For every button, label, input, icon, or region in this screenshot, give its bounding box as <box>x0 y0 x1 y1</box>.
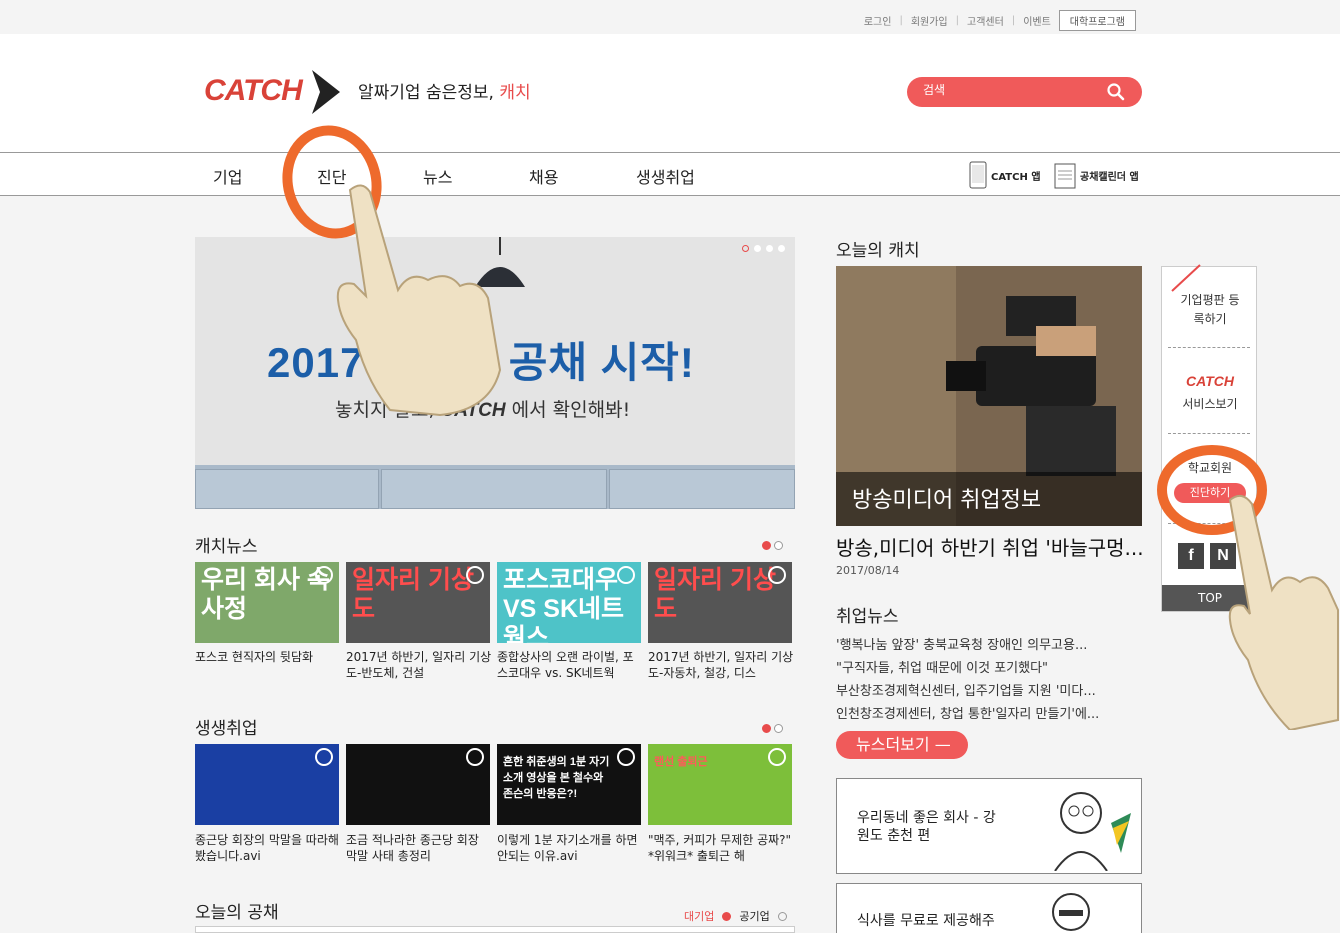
side-catch-logo: CATCH <box>1186 373 1234 389</box>
today-headline[interactable]: 방송,미디어 하반기 취업 '바늘구멍... <box>836 532 1144 561</box>
catchnews-thumbnail[interactable]: 일자리 기상도 <box>648 562 792 643</box>
banner-headline: 2017 하반기 공채 시작! <box>267 339 695 386</box>
saengsaeng-thumbnail[interactable]: 랜선 출퇴근 <box>648 744 792 825</box>
saengsaeng-caption[interactable]: "맥주, 커피가 무제한 공짜?" *위워크* 출퇴근 해 <box>648 832 794 864</box>
catchnews-caption[interactable]: 2017년 하반기, 일자리 기상도-반도체, 건설 <box>346 649 492 681</box>
join-link[interactable]: 회원가입 <box>911 13 948 28</box>
card-news-icon <box>768 566 786 584</box>
play-icon <box>466 748 484 766</box>
tab-public-company[interactable]: 공기업 <box>739 908 769 924</box>
jobnews-title: 취업뉴스 <box>836 607 899 627</box>
saengsaeng-caption[interactable]: 이렇게 1분 자기소개를 하면 안되는 이유.avi <box>497 832 643 864</box>
saengsaeng-pager[interactable] <box>762 724 783 733</box>
card-news-icon <box>466 566 484 584</box>
catchnews-pager[interactable] <box>762 541 783 550</box>
tagline-brand: 캐치 <box>499 83 531 103</box>
school-member-label: 학교회원 <box>1187 461 1233 475</box>
banner-subline: 놓치지 말고, CATCH 에서 확인해봐! <box>335 399 631 421</box>
nav-item-company[interactable]: 기업 <box>213 164 242 188</box>
catch-logo[interactable]: CATCH <box>204 66 344 118</box>
catchnews-caption[interactable]: 포스코 현직자의 뒷담화 <box>195 649 341 665</box>
saengsaeng-thumbnail[interactable]: 흔한 취준생의 1분 자기소개 영상을 본 철수와 존슨의 반응은?! <box>497 744 641 825</box>
utility-bar: 로그인 | 회원가입 | 고객센터 | 이벤트 대학프로그램 <box>0 0 1340 34</box>
college-program-button[interactable]: 대학프로그램 <box>1058 10 1136 31</box>
catchnews-thumbnail[interactable]: 일자리 기상도 <box>346 562 490 643</box>
catchnews-thumbnail[interactable]: 포스코대우 VS SK네트웍스 <box>497 562 641 643</box>
phone-icon <box>969 161 987 189</box>
thumbnail-text: 랜선 출퇴근 <box>654 756 708 768</box>
story-card-text: 우리동네 좋은 회사 - 강원도 춘천 편 <box>857 810 996 844</box>
play-icon <box>768 748 786 766</box>
logo-text: CATCH <box>204 74 303 107</box>
jobs-list <box>195 926 795 933</box>
facebook-icon[interactable]: f <box>1178 543 1204 569</box>
person-illustration-icon <box>1054 792 1131 871</box>
catch-app-link[interactable]: CATCH 앱 <box>969 161 1041 189</box>
saengsaeng-thumbnail[interactable] <box>346 744 490 825</box>
more-news-button[interactable]: 뉴스더보기 — <box>836 731 968 759</box>
utility-links: 로그인 | 회원가입 | 고객센터 | 이벤트 대학프로그램 <box>864 10 1136 31</box>
saengsaeng-thumbnail[interactable] <box>195 744 339 825</box>
card-news-icon <box>617 566 635 584</box>
play-icon <box>617 748 635 766</box>
thumbnail-text: 흔한 취준생의 1분 자기소개 영상을 본 철수와 존슨의 반응은?! <box>503 756 610 800</box>
login-link[interactable]: 로그인 <box>864 13 892 28</box>
today-date: 2017/08/14 <box>836 564 900 577</box>
review-register-link[interactable]: 기업평판 등록하기 <box>1162 291 1258 329</box>
search-icon[interactable] <box>1106 82 1126 102</box>
tab-indicator-active <box>722 911 732 921</box>
today-image-label: 방송미디어 취업정보 <box>852 488 1042 513</box>
jobnews-item[interactable]: 부산창조경제혁신센터, 입주기업들 지원 '미다... <box>836 680 1096 699</box>
story-card-text: 식사를 무료로 제공해주 <box>857 913 995 929</box>
diagnosis-button[interactable]: 진단하기 <box>1174 483 1246 503</box>
jobnews-item[interactable]: 인천창조경제센터, 창업 통한'일자리 만들기'에... <box>836 703 1099 722</box>
tab-large-company[interactable]: 대기업 <box>684 908 714 924</box>
person-illustration-icon <box>1052 893 1090 931</box>
jobnews-item[interactable]: "구직자들, 취업 때문에 이것 포기했다" <box>836 657 1048 676</box>
nav-item-news[interactable]: 뉴스 <box>423 164 452 188</box>
naver-icon[interactable]: N <box>1210 543 1236 569</box>
event-link[interactable]: 이벤트 <box>1023 13 1051 28</box>
calendar-app-label: 공채캘린더 앱 <box>1080 171 1139 183</box>
tagline-main: 알짜기업 숨은정보, <box>358 83 494 103</box>
support-link[interactable]: 고객센터 <box>967 13 1004 28</box>
sns-links: f N <box>1178 543 1236 569</box>
jobnews-item[interactable]: '행복나눔 앞장' 충북교육청 장애인 의무고용... <box>836 634 1087 653</box>
tagline: 알짜기업 숨은정보, 캐치 <box>358 78 531 103</box>
banner-pager[interactable] <box>742 245 785 252</box>
catchnews-caption[interactable]: 종합상사의 오랜 라이벌, 포스코대우 vs. SK네트웍 <box>497 649 643 681</box>
catchnews-thumbnail[interactable]: 우리 회사 속사정 <box>195 562 339 643</box>
card-news-icon <box>315 566 333 584</box>
lamp-icon <box>475 237 525 287</box>
calendar-app-link[interactable]: 공채캘린더 앱 <box>1054 161 1139 189</box>
story-card[interactable]: 우리동네 좋은 회사 - 강원도 춘천 편 <box>836 778 1142 874</box>
saengsaeng-caption[interactable]: 종근당 회장의 막말을 따라해봤습니다.avi <box>195 832 341 864</box>
nav-item-diagnosis[interactable]: 진단 <box>317 164 346 188</box>
nav-item-job-stories[interactable]: 생생취업 <box>636 164 695 188</box>
jobs-tabs: 대기업 공기업 <box>684 908 787 924</box>
play-icon <box>315 748 333 766</box>
catchnews-caption[interactable]: 2017년 하반기, 일자리 기상도-자동차, 철강, 디스 <box>648 649 794 681</box>
saengsaeng-caption[interactable]: 조금 적나라한 종근당 회장 막말 사태 총정리 <box>346 832 492 864</box>
main-nav: 기업 진단 뉴스 채용 생생취업 CATCH 앱 공채캘린더 앱 <box>0 152 1340 196</box>
tab-indicator <box>777 911 787 921</box>
today-title: 오늘의 캐치 <box>836 241 920 261</box>
today-feature-image[interactable]: 방송미디어 취업정보 <box>836 266 1142 526</box>
service-view-link[interactable]: 서비스보기 <box>1162 395 1258 414</box>
side-quick-menu: 기업평판 등록하기 CATCH 서비스보기 학교회원 진단하기 f N TOP <box>1161 264 1258 612</box>
banner-cabinet <box>195 465 795 509</box>
jobs-title: 오늘의 공채 <box>195 903 279 923</box>
nav-item-recruit[interactable]: 채용 <box>529 164 558 188</box>
search-input[interactable] <box>923 83 1093 97</box>
catch-app-label: CATCH 앱 <box>991 171 1041 183</box>
main-banner[interactable]: 2017 하반기 공채 시작! 놓치지 말고, CATCH 에서 확인해봐! <box>195 237 795 509</box>
calendar-icon <box>1054 163 1076 189</box>
search-bar <box>907 77 1142 107</box>
catchnews-title: 캐치뉴스 <box>195 537 258 557</box>
story-card[interactable]: 식사를 무료로 제공해주 <box>836 883 1142 933</box>
top-button[interactable]: TOP <box>1162 585 1258 611</box>
saengsaeng-title: 생생취업 <box>195 719 258 739</box>
